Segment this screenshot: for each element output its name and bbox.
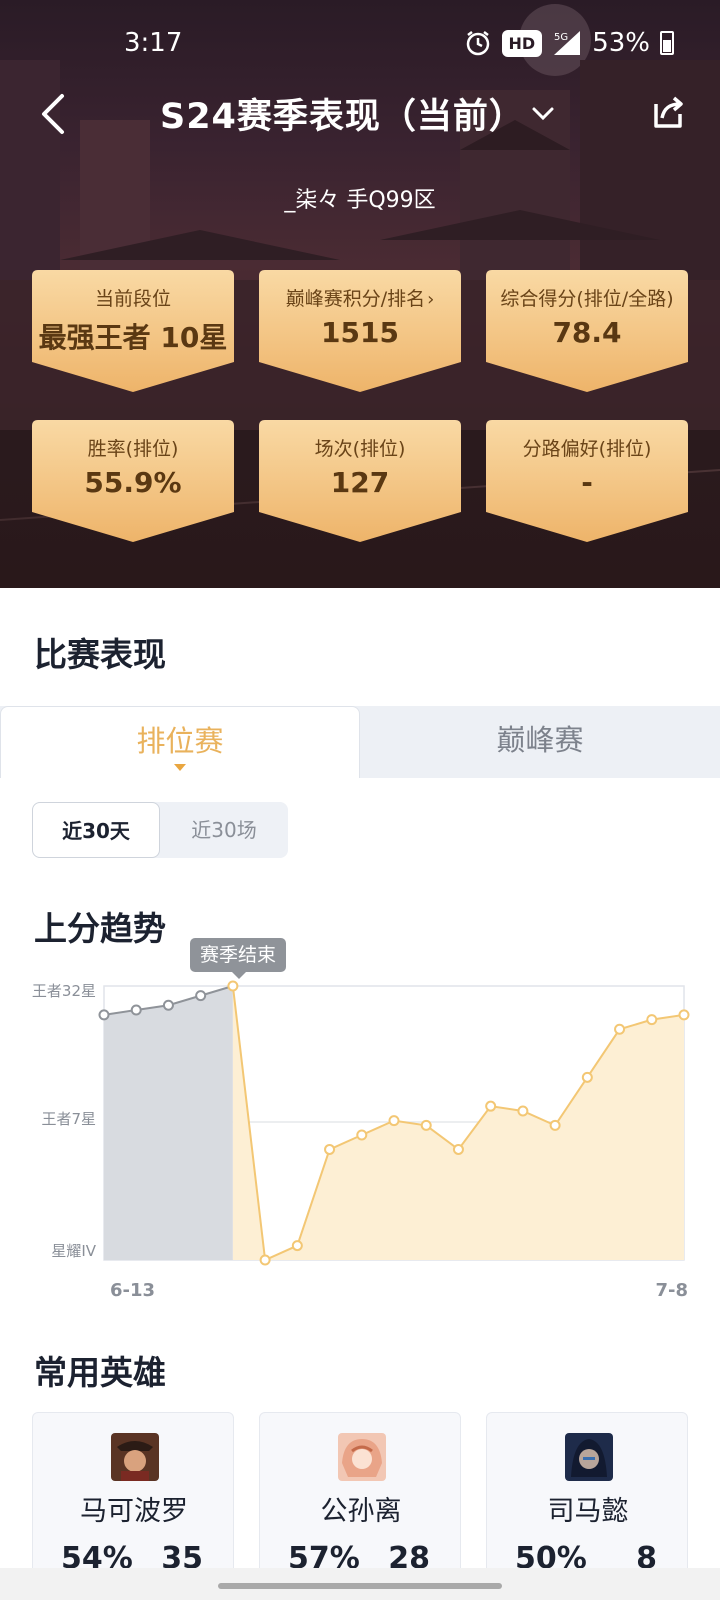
status-time: 3:17 <box>124 28 183 58</box>
past-season-area <box>104 986 233 1260</box>
stat-value: 55.9% <box>84 466 182 499</box>
data-point <box>420 1119 432 1131</box>
y-tick-label: 星耀IV <box>51 1242 96 1260</box>
data-point <box>130 1004 142 1016</box>
data-point <box>324 1143 336 1155</box>
stat-card-score: 综合得分(排位/全路) 78.4 <box>486 270 688 394</box>
data-point <box>646 1014 658 1026</box>
data-point <box>614 1023 626 1035</box>
range-30-days[interactable]: 近30天 <box>32 802 160 858</box>
battery-icon <box>660 31 674 55</box>
hero-name: 司马懿 <box>547 1496 629 1527</box>
data-point <box>98 1009 110 1021</box>
stat-card-rank: 当前段位 最强王者 10星 <box>32 270 234 394</box>
stat-label: 综合得分(排位/全路) <box>500 288 674 310</box>
data-point <box>162 999 174 1011</box>
tab-peak[interactable]: 巅峰赛 <box>360 706 720 778</box>
home-indicator[interactable] <box>218 1583 502 1589</box>
data-point <box>678 1009 690 1021</box>
stat-value: 127 <box>330 466 390 499</box>
stat-label: 当前段位 <box>94 288 171 310</box>
player-info: _柒々 手Q99区 <box>284 188 436 213</box>
stat-card-winrate: 胜率(排位) 55.9% <box>32 420 234 544</box>
section-title-heroes: 常用英雄 <box>34 1353 166 1392</box>
x-tick-label: 6-13 <box>110 1280 155 1301</box>
chevron-right-icon: › <box>427 289 435 310</box>
hd-badge: HD <box>501 29 543 57</box>
stat-label: 胜率(排位) <box>87 438 179 460</box>
network-type: 5G <box>554 32 568 43</box>
y-tick-label: 王者32星 <box>32 982 96 1000</box>
alarm-icon <box>466 31 489 56</box>
data-point <box>227 980 239 992</box>
data-point <box>388 1115 400 1127</box>
section-title-performance: 比赛表现 <box>34 635 166 674</box>
stat-label: 巅峰赛积分/排名 › <box>259 284 461 311</box>
stat-card-games: 场次(排位) 127 <box>259 420 461 544</box>
data-point <box>452 1143 464 1155</box>
y-tick-label: 王者7星 <box>41 1110 96 1128</box>
data-point <box>581 1071 593 1083</box>
data-point <box>195 990 207 1002</box>
rank-trend-chart[interactable]: 王者32星王者7星星耀IV 6-13 7-8 <box>0 930 720 1310</box>
stat-value: 1515 <box>321 316 399 349</box>
range-selector: 近30天 近30场 <box>32 802 288 858</box>
stat-card-lane: 分路偏好(排位) - <box>486 420 688 544</box>
stat-label: 分路偏好(排位) <box>522 438 652 460</box>
range-30-games[interactable]: 近30场 <box>160 802 288 858</box>
stat-value: 最强王者 10星 <box>38 321 228 354</box>
active-tab-caret <box>174 764 186 771</box>
stat-value: - <box>581 466 593 499</box>
stat-value: 78.4 <box>552 316 622 349</box>
signal-icon: 5G <box>554 31 581 55</box>
data-point <box>291 1240 303 1252</box>
hero-name: 公孙离 <box>320 1496 402 1527</box>
hero-name: 马可波罗 <box>80 1496 188 1527</box>
data-point <box>485 1100 497 1112</box>
stat-card-peak[interactable]: 巅峰赛积分/排名 › 1515 <box>259 270 461 394</box>
page-title[interactable]: S24赛季表现（当前） <box>160 88 525 139</box>
share-icon[interactable] <box>648 94 686 132</box>
back-arrow-icon[interactable] <box>36 92 70 136</box>
stat-label-text: 巅峰赛积分/排名 <box>285 288 426 310</box>
hero-avatar-gongsun-li <box>338 1433 386 1481</box>
mode-tabs: 排位赛 巅峰赛 <box>0 706 720 778</box>
data-point <box>549 1119 561 1131</box>
hero-avatar-sima-yi <box>565 1433 613 1481</box>
battery-percent: 53% <box>592 28 650 58</box>
hero-avatar-marco-polo <box>111 1433 159 1481</box>
data-point <box>259 1254 271 1266</box>
stat-label: 场次(排位) <box>314 438 406 460</box>
x-tick-label: 7-8 <box>655 1280 688 1301</box>
status-bar: 3:17 HD 5G 53% <box>0 0 720 92</box>
data-point <box>356 1129 368 1141</box>
status-icons: HD 5G 53% <box>464 28 674 58</box>
chevron-down-icon[interactable] <box>530 100 556 126</box>
data-point <box>517 1105 529 1117</box>
